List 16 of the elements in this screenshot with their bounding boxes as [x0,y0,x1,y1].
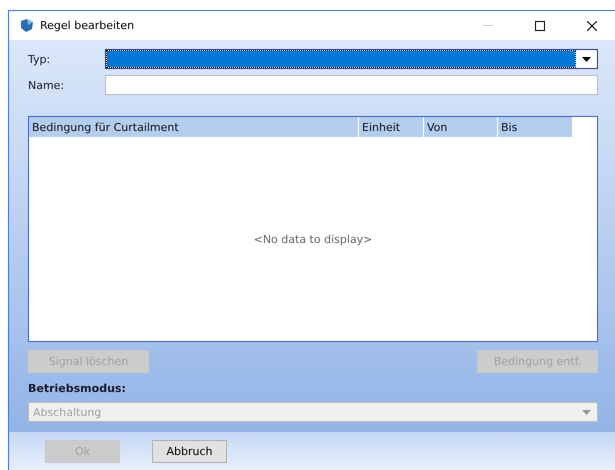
column-header[interactable]: Einheit [359,117,424,137]
empty-message: <No data to display> [254,232,372,246]
column-header[interactable]: Bedingung für Curtailment [29,117,359,137]
column-header[interactable]: Von [424,117,498,137]
maximize-icon[interactable] [535,20,545,30]
close-icon[interactable] [587,20,597,30]
field-label: Typ: [28,52,52,66]
dropdown-arrow-icon[interactable] [582,56,591,62]
app-icon [19,18,34,33]
field-label: Name: [28,78,66,92]
field-label: Betriebsmodus: [28,382,126,394]
window-title: Regel bearbeiten [40,19,136,32]
cancel-button[interactable]: Abbruch [152,440,227,462]
type-dropdown[interactable] [105,49,598,69]
name-input[interactable] [105,75,598,95]
column-header[interactable]: Bis [498,117,573,137]
